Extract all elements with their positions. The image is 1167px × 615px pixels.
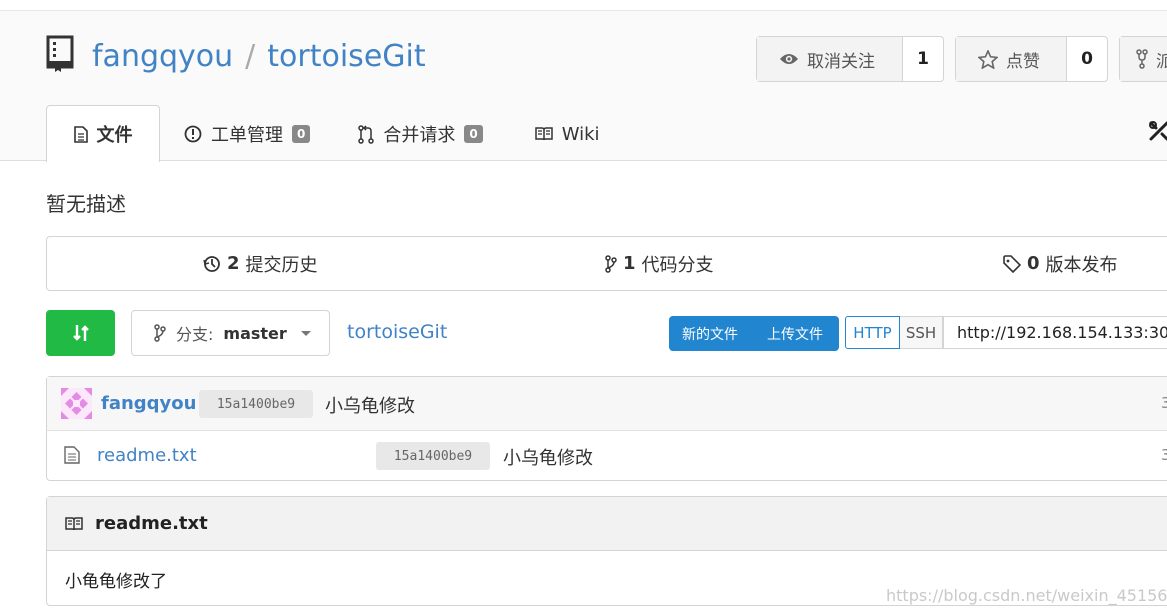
latest-commit-row: fangqyou 15a1400be9 小乌龟修改 3 — [47, 377, 1167, 431]
settings-tools-icon[interactable] — [1148, 120, 1167, 142]
releases-stat-link[interactable]: 0 版本发布 — [1003, 237, 1118, 290]
tab-wiki[interactable]: Wiki — [534, 106, 600, 162]
branch-name: master — [223, 323, 287, 343]
branch-icon — [605, 254, 617, 273]
star-button[interactable]: 点赞 0 — [955, 36, 1108, 82]
compare-icon — [72, 325, 89, 341]
pull-requests-count-badge: 0 — [464, 125, 483, 143]
star-count[interactable]: 0 — [1067, 37, 1107, 81]
repo-tabs: 文件 工单管理 0 合并请求 0 Wiki — [46, 105, 600, 162]
commits-label: 提交历史 — [245, 254, 318, 276]
tab-files[interactable]: 文件 — [46, 105, 160, 162]
new-file-button[interactable]: 新的文件 — [669, 316, 754, 351]
tab-pull-requests-label: 合并请求 — [383, 125, 456, 146]
unwatch-label-wrap: 取消关注 — [757, 37, 903, 81]
repo-description: 暂无描述 — [46, 192, 126, 216]
tag-icon — [1003, 254, 1021, 273]
tab-wiki-label: Wiki — [561, 123, 600, 145]
repo-book-icon — [46, 35, 74, 72]
clone-http-button[interactable]: HTTP — [845, 316, 900, 349]
commits-stat-link[interactable]: 2 提交历史 — [203, 237, 318, 290]
avatar — [61, 388, 92, 419]
branches-label: 代码分支 — [641, 254, 714, 276]
readme-title: readme.txt — [95, 513, 208, 534]
compare-button[interactable] — [46, 310, 115, 356]
file-actions-group: 新的文件 上传文件 — [669, 316, 839, 351]
file-commit-time: 3 — [1161, 446, 1167, 464]
fork-label-wrap: 派 — [1120, 37, 1167, 81]
tab-files-label: 文件 — [96, 125, 133, 146]
chevron-down-icon — [300, 330, 311, 336]
watermark-text: https://blog.csdn.net/weixin_45156610 — [886, 586, 1167, 605]
book-icon — [534, 127, 553, 141]
repo-name-link[interactable]: tortoiseGit — [267, 39, 425, 74]
repo-header: fangqyou / tortoiseGit 取消关注 1 点赞 0 派 文件 工单… — [0, 10, 1167, 162]
branch-prefix: 分支: — [176, 325, 214, 344]
star-label: 点赞 — [1006, 51, 1040, 72]
star-icon — [978, 49, 998, 69]
commit-sha-link[interactable]: 15a1400be9 — [199, 390, 313, 418]
breadcrumb-repo-link[interactable]: tortoiseGit — [347, 321, 447, 343]
repo-title: fangqyou / tortoiseGit — [92, 39, 426, 75]
tab-pull-requests[interactable]: 合并请求 0 — [358, 106, 483, 162]
tab-issues-label: 工单管理 — [211, 125, 283, 146]
book-icon — [65, 516, 83, 530]
repo-owner-link[interactable]: fangqyou — [92, 39, 233, 74]
file-name-link[interactable]: readme.txt — [97, 445, 197, 466]
commit-author-link[interactable]: fangqyou — [101, 393, 196, 414]
branches-stat-link[interactable]: 1 代码分支 — [605, 237, 714, 290]
eye-icon — [780, 54, 798, 64]
table-row: readme.txt 15a1400be9 小乌龟修改 3 — [47, 431, 1167, 481]
issues-count-badge: 0 — [292, 125, 311, 143]
pull-request-icon — [358, 124, 375, 144]
upload-file-button[interactable]: 上传文件 — [754, 316, 839, 351]
releases-label: 版本发布 — [1045, 254, 1118, 276]
fork-icon — [1136, 49, 1148, 69]
file-icon — [64, 446, 80, 464]
unwatch-label: 取消关注 — [807, 51, 875, 72]
file-commit-sha-link[interactable]: 15a1400be9 — [376, 442, 490, 470]
clone-url-input[interactable]: http://192.168.154.133:3000 — [943, 316, 1167, 349]
file-table: fangqyou 15a1400be9 小乌龟修改 3 readme.txt 1… — [46, 376, 1167, 481]
file-commit-message[interactable]: 小乌龟修改 — [503, 444, 593, 470]
releases-count: 0 — [1027, 253, 1040, 274]
fork-label: 派 — [1156, 51, 1167, 72]
fork-button[interactable]: 派 — [1119, 36, 1167, 82]
repo-title-separator: / — [245, 39, 256, 74]
exclamation-circle-icon — [184, 125, 202, 143]
commit-time: 3 — [1161, 394, 1167, 412]
readme-header: readme.txt — [47, 497, 1167, 551]
tab-issues[interactable]: 工单管理 0 — [184, 106, 311, 162]
unwatch-button[interactable]: 取消关注 1 — [756, 36, 944, 82]
star-label-wrap: 点赞 — [956, 37, 1067, 81]
branch-icon — [154, 324, 166, 342]
repo-stats-bar: 2 提交历史 1 代码分支 0 版本发布 — [46, 236, 1167, 291]
commits-count: 2 — [227, 253, 240, 274]
branches-count: 1 — [623, 253, 636, 274]
commit-message: 小乌龟修改 — [325, 396, 415, 417]
watch-count[interactable]: 1 — [903, 37, 943, 81]
clone-ssh-button[interactable]: SSH — [900, 316, 943, 349]
history-icon — [203, 255, 220, 272]
branch-dropdown[interactable]: 分支: master — [131, 310, 330, 356]
file-text-icon — [73, 125, 88, 143]
